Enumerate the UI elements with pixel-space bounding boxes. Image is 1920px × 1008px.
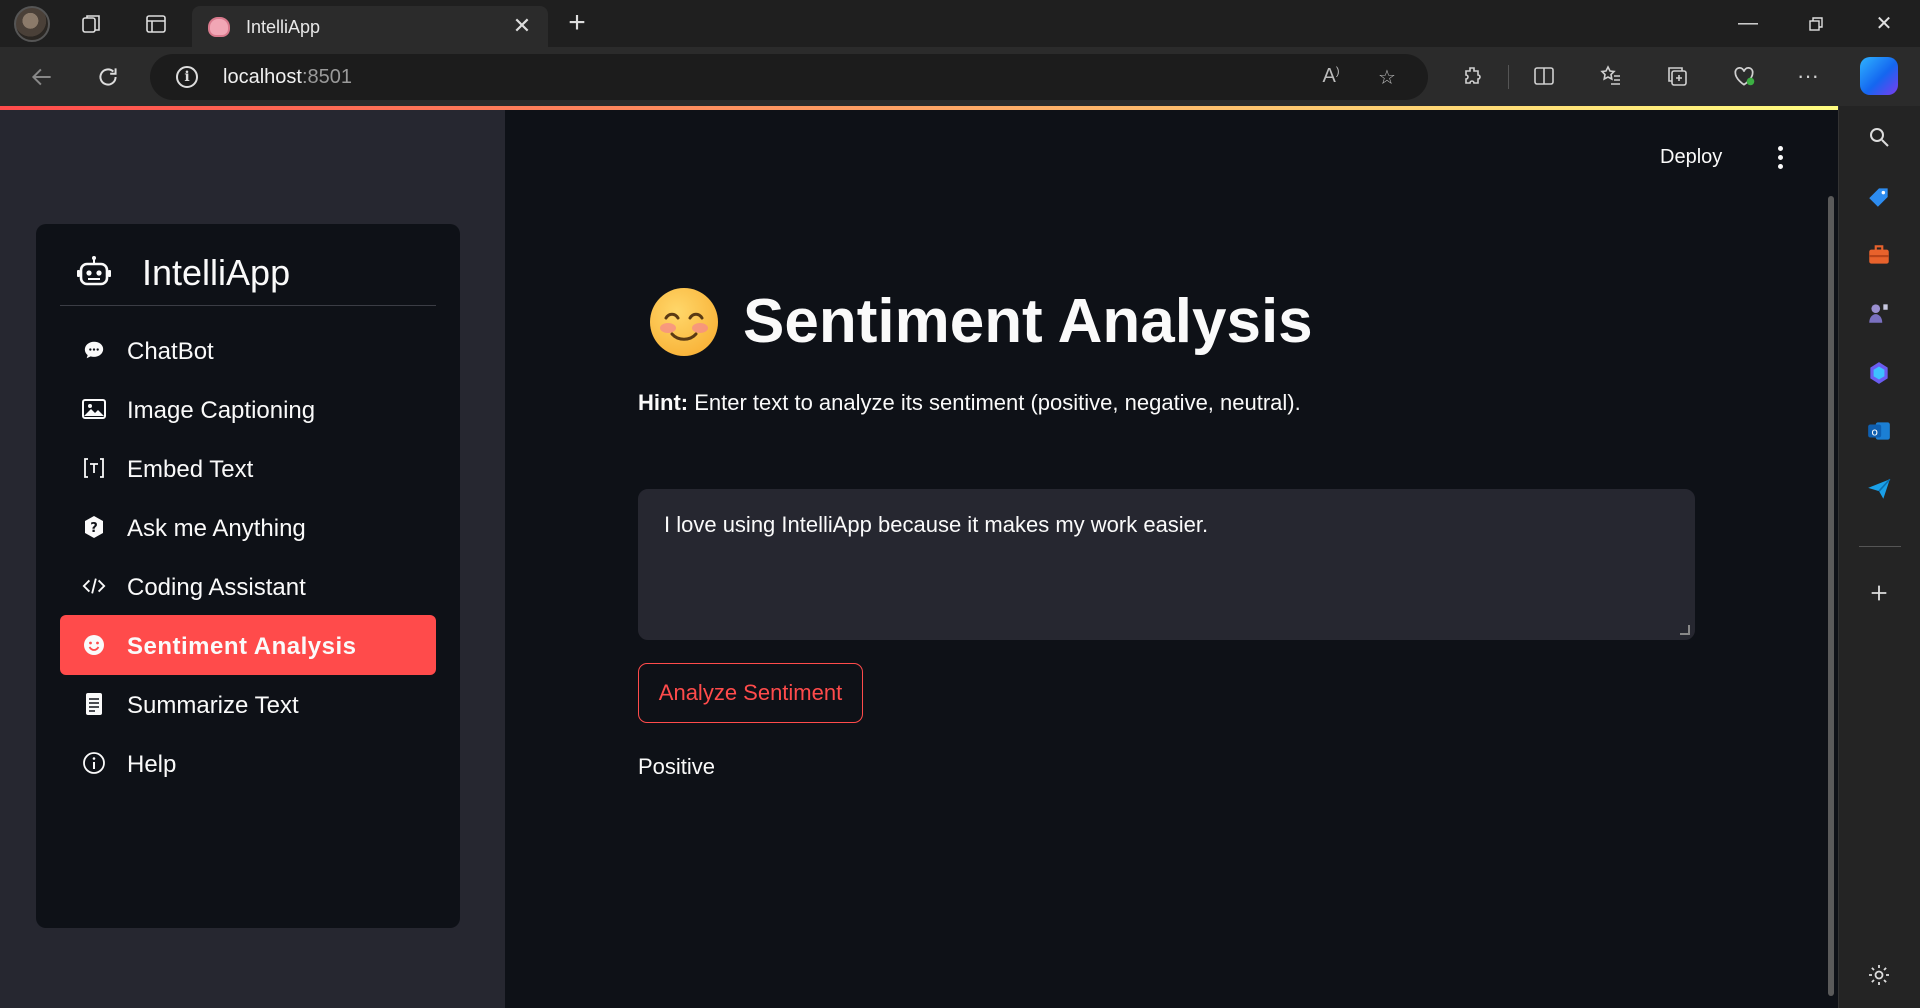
browser-tab-bar: IntelliApp ✕ + — ✕ — [0, 0, 1920, 47]
menu-item-chatbot[interactable]: ChatBot — [60, 320, 436, 380]
menu-item-label: Sentiment Analysis — [127, 633, 357, 660]
menu-item-coding-assistant[interactable]: Coding Assistant — [60, 556, 436, 616]
menu-header: IntelliApp — [60, 246, 436, 306]
brain-icon — [208, 17, 230, 37]
tab-title: IntelliApp — [246, 17, 321, 37]
search-icon[interactable] — [1862, 120, 1896, 154]
browser-essentials-icon[interactable] — [1726, 58, 1762, 94]
document-icon — [82, 692, 106, 716]
hint-label: Hint: — [638, 390, 689, 415]
question-icon: ? — [82, 515, 106, 539]
menu-item-label: Help — [127, 751, 177, 778]
menu-item-ask-me-anything[interactable]: ? Ask me Anything — [60, 497, 436, 557]
menu-item-embed-text[interactable]: Embed Text — [60, 438, 436, 498]
restore-icon[interactable] — [1782, 0, 1850, 47]
tab-intelliapp[interactable]: IntelliApp ✕ — [192, 6, 548, 47]
page-content: IntelliApp ChatBot Image Captioning Embe… — [0, 106, 1838, 1008]
profile-avatar[interactable] — [14, 6, 50, 42]
sentiment-result: Positive — [638, 754, 716, 779]
browser-toolbar: i localhost:8501 A) ☆ ··· — [0, 47, 1920, 106]
page-title: Sentiment Analysis — [743, 287, 1313, 356]
settings-gear-icon[interactable] — [1862, 958, 1896, 992]
extensions-icon[interactable] — [1455, 58, 1491, 94]
analyze-sentiment-button[interactable]: Analyze Sentiment — [638, 663, 863, 723]
hint-text: Hint: Enter text to analyze its sentimen… — [638, 390, 1301, 416]
games-icon[interactable] — [1862, 296, 1896, 330]
split-screen-icon[interactable] — [1526, 58, 1562, 94]
smile-icon — [82, 633, 106, 657]
menu-item-image-captioning[interactable]: Image Captioning — [60, 379, 436, 439]
option-menu: IntelliApp ChatBot Image Captioning Embe… — [36, 224, 460, 928]
robot-icon — [77, 256, 111, 286]
edge-sidebar: o — [1838, 106, 1920, 1008]
copilot-icon[interactable] — [1860, 57, 1898, 95]
favorite-star-icon[interactable]: ☆ — [1374, 65, 1400, 91]
svg-text:?: ? — [90, 521, 98, 536]
copilot-app-icon[interactable] — [1862, 356, 1896, 390]
smiling-face-emoji-icon — [650, 288, 718, 356]
workspaces-icon[interactable] — [76, 8, 108, 40]
site-info-icon[interactable]: i — [176, 66, 198, 88]
resize-handle[interactable] — [1680, 625, 1690, 635]
menu-title: IntelliApp — [142, 252, 291, 293]
reload-icon[interactable] — [90, 59, 126, 95]
toolbar-separator — [1508, 65, 1509, 89]
new-tab-button[interactable]: + — [560, 7, 594, 41]
menu-item-label: Ask me Anything — [127, 515, 306, 542]
menu-item-label: Embed Text — [127, 456, 254, 483]
text-embed-icon — [82, 456, 106, 480]
menu-item-summarize-text[interactable]: Summarize Text — [60, 674, 436, 734]
sentiment-text-input[interactable]: I love using IntelliApp because it makes… — [638, 489, 1695, 640]
menu-item-help[interactable]: Help — [60, 733, 436, 793]
info-icon — [82, 751, 106, 775]
image-icon — [82, 397, 106, 421]
shopping-tag-icon[interactable] — [1862, 180, 1896, 214]
chat-icon — [82, 338, 106, 362]
more-options-icon[interactable]: ··· — [1790, 58, 1826, 94]
close-window-icon[interactable]: ✕ — [1850, 0, 1918, 47]
deploy-button[interactable]: Deploy — [1660, 146, 1722, 169]
address-bar[interactable]: i localhost:8501 A) ☆ — [150, 54, 1428, 100]
edge-sidebar-separator — [1859, 546, 1901, 547]
menu-item-label: Image Captioning — [127, 397, 316, 424]
input-value: I love using IntelliApp because it makes… — [664, 512, 1209, 537]
main-menu-icon[interactable] — [1770, 142, 1790, 172]
minimize-icon[interactable]: — — [1714, 0, 1782, 47]
code-icon — [82, 574, 106, 598]
tab-actions-icon[interactable] — [140, 8, 172, 40]
collections-icon[interactable] — [1659, 58, 1695, 94]
read-aloud-icon[interactable]: A) — [1318, 65, 1344, 91]
back-icon[interactable] — [24, 59, 60, 95]
favorites-icon[interactable] — [1593, 58, 1629, 94]
svg-text:o: o — [1871, 425, 1878, 438]
url-text: localhost:8501 — [223, 66, 352, 88]
page-scrollbar[interactable] — [1828, 196, 1834, 996]
hint-body: Enter text to analyze its sentiment (pos… — [688, 390, 1301, 415]
menu-item-label: ChatBot — [127, 338, 214, 365]
tools-briefcase-icon[interactable] — [1862, 238, 1896, 272]
outlook-icon[interactable]: o — [1862, 414, 1896, 448]
menu-item-sentiment-analysis[interactable]: Sentiment Analysis — [60, 615, 436, 675]
menu-item-label: Summarize Text — [127, 692, 299, 719]
close-tab-icon[interactable]: ✕ — [508, 12, 536, 40]
send-icon[interactable] — [1862, 472, 1896, 506]
app-sidebar: IntelliApp ChatBot Image Captioning Embe… — [0, 110, 505, 1008]
menu-item-label: Coding Assistant — [127, 574, 306, 601]
add-icon[interactable] — [1862, 576, 1896, 610]
